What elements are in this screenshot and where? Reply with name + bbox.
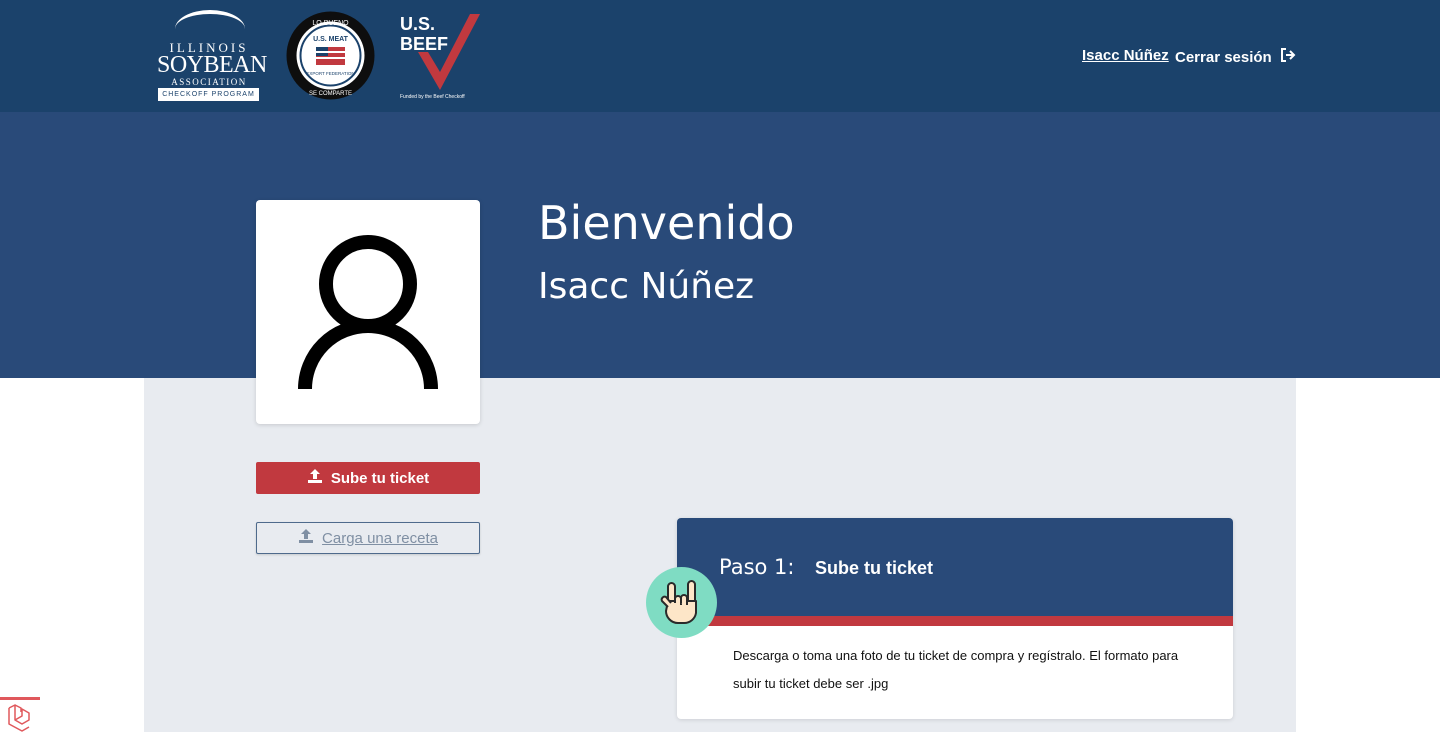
logout-label: Cerrar sesión xyxy=(1175,48,1272,66)
laravel-icon[interactable] xyxy=(0,697,40,732)
welcome-heading: Bienvenido xyxy=(538,196,795,250)
logout-button[interactable]: Cerrar sesión xyxy=(1175,47,1296,67)
usmef-seal-logo[interactable]: LO BUENO U.S. MEAT EXPORT FEDERATION SE … xyxy=(286,11,375,100)
user-name-heading: Isacc Núñez xyxy=(538,266,755,307)
soybean-logo-line4: CHECKOFF PROGRAM xyxy=(158,88,259,101)
hand-gesture-icon xyxy=(660,580,697,625)
upload-recipe-button[interactable]: Carga una receta xyxy=(256,522,480,554)
beef-brand-line1: U.S. xyxy=(400,14,435,34)
beef-tagline: Funded by the Beef Checkoff xyxy=(400,94,465,100)
hand-gesture-badge xyxy=(646,567,717,638)
step-description: Descarga o toma una foto de tu ticket de… xyxy=(733,648,1179,691)
beef-brand-line2: BEEF xyxy=(400,34,448,54)
usmef-bottom-text: SE COMPARTE xyxy=(309,91,352,97)
upload-ticket-button[interactable]: Sube tu ticket xyxy=(256,462,480,494)
usmef-sub-text: EXPORT FEDERATION xyxy=(306,71,354,76)
us-beef-logo[interactable]: U.S. BEEF Funded by the Beef Checkoff xyxy=(398,12,482,100)
user-silhouette-icon xyxy=(298,235,438,390)
upload-ticket-label: Sube tu ticket xyxy=(330,469,430,487)
nav-user-link[interactable]: Isacc Núñez xyxy=(1082,47,1169,64)
step-card-accent-bar xyxy=(677,616,1233,626)
usmef-top-text: LO BUENO xyxy=(312,20,349,27)
soybean-logo-line2: SOYBEAN xyxy=(157,52,267,78)
logout-icon xyxy=(1280,47,1296,67)
usmef-brand-text: U.S. MEAT xyxy=(313,36,349,43)
upload-recipe-label: Carga una receta xyxy=(322,529,438,547)
soybean-logo-line3: ASSOCIATION xyxy=(171,77,247,87)
upload-icon xyxy=(307,468,323,488)
step-title: Sube tu ticket xyxy=(815,558,934,578)
upload-icon xyxy=(298,528,314,548)
illinois-soybean-logo[interactable]: ILLINOIS SOYBEAN ASSOCIATION CHECKOFF PR… xyxy=(157,10,267,102)
step-number-label: Paso 1: xyxy=(719,555,795,579)
profile-avatar-card xyxy=(256,200,480,424)
step-1-card: Paso 1: Sube tu ticket Descarga o toma u… xyxy=(677,518,1233,719)
